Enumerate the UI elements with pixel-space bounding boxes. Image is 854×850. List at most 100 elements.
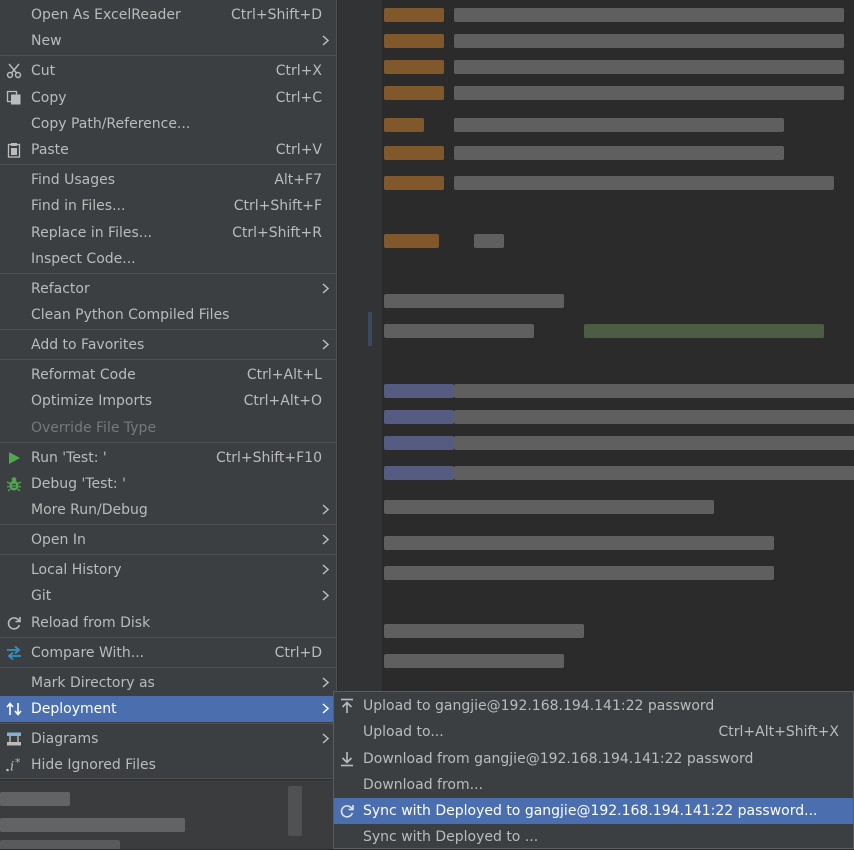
menu-item-label: Paste [31, 142, 69, 158]
menu-item-label: More Run/Debug [31, 502, 148, 518]
sync-icon [338, 802, 356, 820]
submenu-item-label: Sync with Deployed to gangjie@192.168.19… [363, 803, 818, 819]
menu-item-reload-from-disk[interactable]: Reload from Disk [0, 610, 336, 636]
menu-item-more-run-debug[interactable]: More Run/Debug [0, 497, 336, 523]
copy-icon [5, 89, 23, 107]
menu-item-find-usages[interactable]: Find Usages Alt+F7 [0, 167, 336, 193]
blurred-code-segment [454, 176, 834, 190]
blurred-code-segment [454, 384, 854, 398]
menu-item-mark-directory-as[interactable]: Mark Directory as [0, 670, 336, 696]
chevron-right-icon [320, 501, 330, 517]
submenu-item-shortcut: Ctrl+Alt+Shift+X [718, 724, 839, 740]
menu-item-label: Find Usages [31, 172, 116, 188]
chevron-right-icon [320, 336, 330, 352]
submenu-item-sync-with-deployed-default[interactable]: Sync with Deployed to gangjie@192.168.19… [334, 798, 853, 824]
blurred-code-segment [454, 146, 784, 160]
chevron-right-icon [320, 730, 330, 746]
context-menu: Open As ExcelReader Ctrl+Shift+D New Cut… [0, 0, 337, 779]
menu-item-shortcut: Ctrl+Alt+L [246, 367, 322, 383]
menu-item-diagrams[interactable]: Diagrams [0, 726, 336, 752]
editor-caret-marker [368, 312, 372, 346]
menu-item-copy[interactable]: Copy Ctrl+C [0, 85, 336, 111]
menu-item-find-in-files[interactable]: Find in Files... Ctrl+Shift+F [0, 193, 336, 219]
blurred-code-segment [384, 324, 534, 338]
chevron-right-icon [320, 531, 330, 547]
blurred-code-segment [384, 60, 444, 74]
menu-item-shortcut: Ctrl+Shift+F10 [215, 450, 322, 466]
menu-separator [0, 554, 336, 555]
menu-separator [0, 164, 336, 165]
chevron-right-icon [320, 587, 330, 603]
menu-item-run-test[interactable]: Run 'Test: ' Ctrl+Shift+F10 [0, 445, 336, 471]
menu-item-label: Mark Directory as [31, 675, 155, 691]
menu-item-inspect-code[interactable]: Inspect Code... [0, 246, 336, 272]
blurred-code-segment [454, 60, 844, 74]
menu-item-new[interactable]: New [0, 28, 336, 54]
menu-item-debug-test[interactable]: Debug 'Test: ' [0, 471, 336, 497]
menu-item-clean-python-compiled-files[interactable]: Clean Python Compiled Files [0, 302, 336, 328]
blurred-code-segment [384, 118, 424, 132]
blurred-code-segment [384, 654, 564, 668]
menu-item-open-in[interactable]: Open In [0, 527, 336, 553]
menu-item-label: Local History [31, 562, 122, 578]
menu-item-deployment[interactable]: Deployment [0, 696, 336, 722]
menu-item-label: New [31, 33, 62, 49]
menu-item-git[interactable]: Git [0, 583, 336, 609]
menu-item-label: Clean Python Compiled Files [31, 307, 230, 323]
blurred-code-segment [454, 410, 854, 424]
menu-separator [0, 637, 336, 638]
submenu-item-label: Upload to gangjie@192.168.194.141:22 pas… [363, 698, 715, 714]
menu-item-label: Optimize Imports [31, 393, 152, 409]
menu-item-refactor[interactable]: Refactor [0, 276, 336, 302]
menu-item-label: Copy [31, 90, 67, 106]
chevron-right-icon [320, 32, 330, 48]
menu-item-add-to-favorites[interactable]: Add to Favorites [0, 332, 336, 358]
blurred-code-segment [454, 436, 854, 450]
submenu-item-label: Download from gangjie@192.168.194.141:22… [363, 751, 754, 767]
blurred-code-segment [384, 500, 714, 514]
menu-item-cut[interactable]: Cut Ctrl+X [0, 58, 336, 84]
menu-item-label: Compare With... [31, 645, 145, 661]
menu-separator [0, 442, 336, 443]
svg-text:i: i [10, 760, 14, 774]
blurred-code-segment [384, 86, 444, 100]
menu-item-paste[interactable]: Paste Ctrl+V [0, 137, 336, 163]
submenu-item-upload-to[interactable]: Upload to... Ctrl+Alt+Shift+X [334, 719, 853, 745]
submenu-item-upload-to-default[interactable]: Upload to gangjie@192.168.194.141:22 pas… [334, 693, 853, 719]
blurred-code-segment [454, 8, 844, 22]
menu-separator [0, 524, 336, 525]
submenu-item-download-from[interactable]: Download from... [334, 772, 853, 798]
blurred-code-segment [454, 118, 784, 132]
menu-separator [0, 55, 336, 56]
download-icon [338, 750, 356, 768]
menu-item-label: Cut [31, 63, 56, 79]
menu-item-label: Override File Type [31, 420, 157, 436]
menu-item-compare-with[interactable]: Compare With... Ctrl+D [0, 640, 336, 666]
menu-item-copy-path-reference[interactable]: Copy Path/Reference... [0, 111, 336, 137]
menu-item-hide-ignored-files[interactable]: i * Hide Ignored Files [0, 752, 336, 778]
menu-item-optimize-imports[interactable]: Optimize Imports Ctrl+Alt+O [0, 388, 336, 414]
reload-icon [5, 614, 23, 632]
menu-item-shortcut: Ctrl+Shift+D [231, 7, 322, 23]
menu-item-label: Git [31, 588, 52, 604]
menu-item-local-history[interactable]: Local History [0, 557, 336, 583]
menu-item-label: Reformat Code [31, 367, 136, 383]
menu-item-open-as-excelreader[interactable]: Open As ExcelReader Ctrl+Shift+D [0, 2, 336, 28]
submenu-item-sync-with-deployed-to[interactable]: Sync with Deployed to ... [334, 824, 853, 850]
blurred-code-segment [384, 34, 444, 48]
menu-item-label: Copy Path/Reference... [31, 116, 191, 132]
deployment-icon [5, 700, 23, 718]
menu-item-reformat-code[interactable]: Reformat Code Ctrl+Alt+L [0, 362, 336, 388]
debug-bug-icon [5, 475, 23, 493]
menu-item-label: Open As ExcelReader [31, 7, 181, 23]
project-tree-blurred [0, 780, 338, 849]
menu-item-replace-in-files[interactable]: Replace in Files... Ctrl+Shift+R [0, 220, 336, 246]
menu-item-label: Find in Files... [31, 198, 126, 214]
menu-item-label: Diagrams [31, 731, 99, 747]
blurred-code-segment [384, 536, 774, 550]
svg-text:*: * [15, 757, 21, 769]
run-icon [5, 449, 23, 467]
menu-item-shortcut: Ctrl+Alt+O [243, 393, 322, 409]
submenu-item-download-from-default[interactable]: Download from gangjie@192.168.194.141:22… [334, 746, 853, 772]
chevron-right-icon [320, 674, 330, 690]
